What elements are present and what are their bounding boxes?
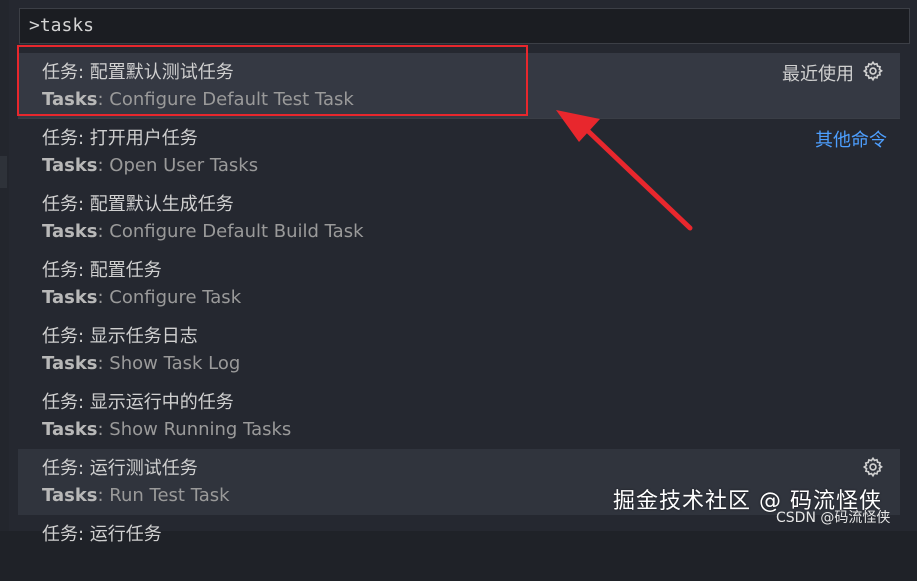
recently-used-label: 最近使用 [782, 64, 854, 85]
item-description-prefix: Tasks [42, 353, 98, 374]
item-description: Tasks: Show Task Log [42, 353, 240, 374]
item-description-prefix: Tasks [42, 155, 98, 176]
item-description-text: : Show Task Log [97, 353, 241, 374]
item-title: 任务: 配置任务 [42, 260, 162, 281]
item-description-text: : Configure Task [97, 287, 242, 308]
item-description: Tasks: Open User Tasks [42, 155, 258, 176]
item-description-prefix: Tasks [42, 485, 98, 506]
item-title: 任务: 显示任务日志 [42, 326, 198, 347]
item-description-prefix: Tasks [42, 419, 98, 440]
list-item-run-task[interactable]: 任务: 运行任务 [18, 515, 900, 581]
item-description-text: : Open User Tasks [97, 155, 259, 176]
list-item-show-task-log[interactable]: 任务: 显示任务日志 Tasks: Show Task Log [18, 317, 900, 383]
item-description: Tasks: Configure Default Build Task [42, 221, 364, 242]
item-description-prefix: Tasks [42, 287, 98, 308]
item-title: 任务: 运行任务 [42, 524, 162, 545]
item-title: 任务: 打开用户任务 [42, 128, 198, 149]
item-description: Tasks: Configure Task [42, 287, 241, 308]
annotation-highlight-box [17, 45, 528, 116]
list-item-open-user-tasks[interactable]: 任务: 打开用户任务 Tasks: Open User Tasks 其他命令 [18, 119, 900, 185]
item-description: Tasks: Show Running Tasks [42, 419, 291, 440]
item-title: 任务: 显示运行中的任务 [42, 392, 234, 413]
list-item-show-running-tasks[interactable]: 任务: 显示运行中的任务 Tasks: Show Running Tasks [18, 383, 900, 449]
item-description-text: : Show Running Tasks [97, 419, 292, 440]
item-description-text: : Configure Default Build Task [97, 221, 364, 242]
item-description: Tasks: Run Test Task [42, 485, 230, 506]
list-item-configure-default-build-task[interactable]: 任务: 配置默认生成任务 Tasks: Configure Default Bu… [18, 185, 900, 251]
watermark-sub: CSDN @码流怪侠 [776, 510, 891, 526]
item-title: 任务: 运行测试任务 [42, 458, 198, 479]
gear-icon[interactable] [862, 60, 884, 82]
list-item-configure-task[interactable]: 任务: 配置任务 Tasks: Configure Task [18, 251, 900, 317]
left-edge [0, 0, 9, 531]
gear-icon[interactable] [862, 456, 884, 478]
other-commands-link[interactable]: 其他命令 [815, 126, 887, 152]
item-description-text: : Run Test Task [97, 485, 230, 506]
item-description-prefix: Tasks [42, 221, 98, 242]
left-edge-marker [0, 156, 7, 188]
command-input[interactable]: >tasks [19, 8, 910, 44]
item-title: 任务: 配置默认生成任务 [42, 194, 234, 215]
